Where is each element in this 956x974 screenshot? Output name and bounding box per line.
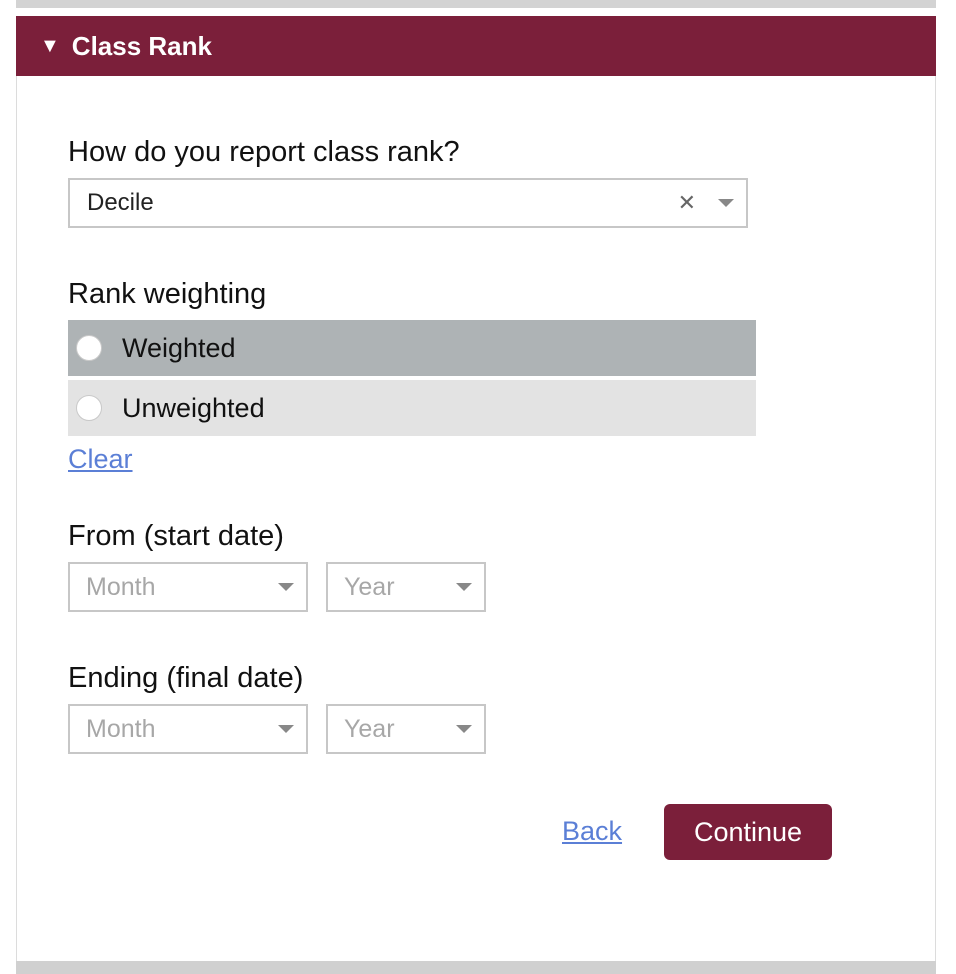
from-year-select[interactable]: Year <box>326 562 486 612</box>
class-rank-header[interactable]: ▼ Class Rank <box>16 16 936 76</box>
top-divider <box>16 0 936 8</box>
radio-label-unweighted: Unweighted <box>122 392 265 423</box>
ending-year-select[interactable]: Year <box>326 704 486 754</box>
back-link[interactable]: Back <box>562 816 622 847</box>
class-rank-select[interactable]: Decile ✕ <box>68 178 748 228</box>
chevron-down-icon <box>278 583 294 591</box>
ending-month-placeholder: Month <box>86 714 156 743</box>
section-title: Class Rank <box>71 30 212 61</box>
continue-button[interactable]: Continue <box>664 804 832 860</box>
radio-option-unweighted[interactable]: Unweighted <box>68 380 756 436</box>
from-year-placeholder: Year <box>344 572 395 601</box>
radio-button-icon[interactable] <box>76 335 102 361</box>
from-month-placeholder: Month <box>86 572 156 601</box>
ending-month-select[interactable]: Month <box>68 704 308 754</box>
radio-option-weighted[interactable]: Weighted <box>68 320 756 376</box>
chevron-down-icon <box>278 725 294 733</box>
chevron-down-icon <box>456 725 472 733</box>
bottom-divider <box>16 961 936 974</box>
class-rank-question-label: How do you report class rank? <box>68 136 460 168</box>
clear-weighting-link[interactable]: Clear <box>68 444 133 475</box>
ending-date-label: Ending (final date) <box>68 662 304 694</box>
radio-label-weighted: Weighted <box>122 332 236 363</box>
chevron-down-icon <box>718 199 734 207</box>
chevron-down-icon <box>456 583 472 591</box>
radio-button-icon[interactable] <box>76 395 102 421</box>
clear-selection-icon[interactable]: ✕ <box>678 190 696 216</box>
collapse-caret-icon: ▼ <box>40 35 60 57</box>
rank-weighting-label: Rank weighting <box>68 278 267 310</box>
class-rank-selected-value: Decile <box>87 189 154 216</box>
from-month-select[interactable]: Month <box>68 562 308 612</box>
ending-year-placeholder: Year <box>344 714 395 743</box>
from-date-label: From (start date) <box>68 520 284 552</box>
